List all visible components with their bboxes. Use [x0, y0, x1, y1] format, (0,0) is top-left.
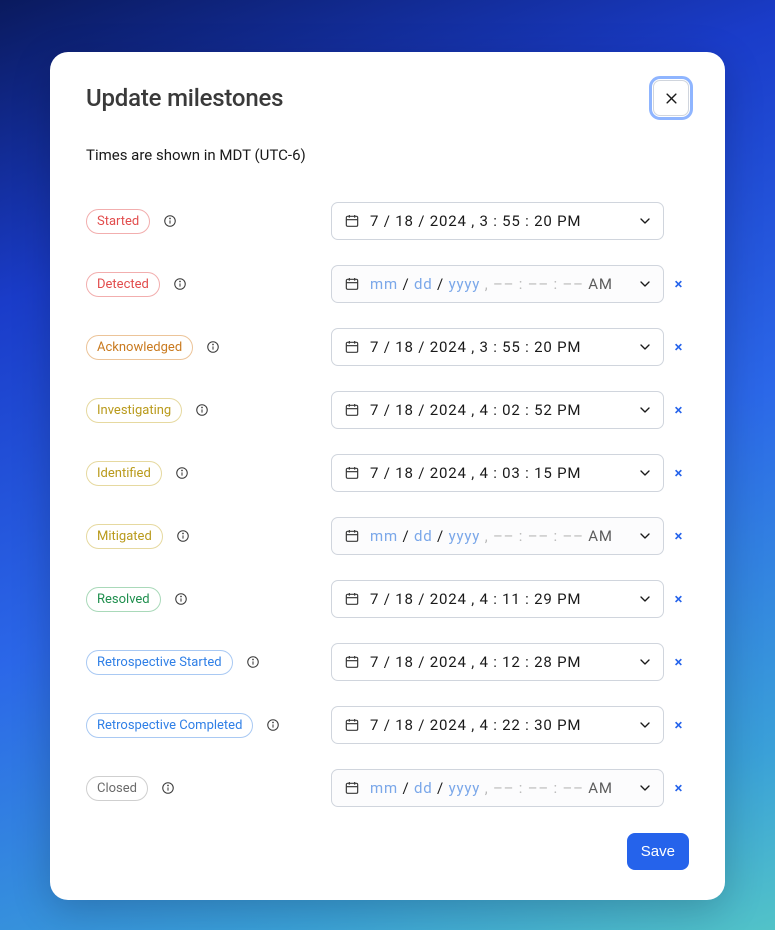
milestone-label-wrap: Started: [86, 209, 331, 234]
calendar-icon: [344, 528, 360, 544]
milestone-pill-detected: Detected: [86, 272, 160, 297]
milestone-label-wrap: Retrospective Completed: [86, 713, 331, 738]
info-icon: [206, 340, 220, 354]
calendar-icon: [344, 402, 360, 418]
chevron-down-icon: [637, 528, 653, 544]
datetime-placeholder: mm / dd / yyyy , –– : –– : –– AM: [370, 527, 627, 545]
milestone-rows: Started 7 / 18 / 2024 , 3 : 55 : 20 PM Det…: [86, 202, 689, 807]
calendar-icon: [344, 276, 360, 292]
chevron-down-icon: [637, 276, 653, 292]
milestone-row-investigating: Investigating 7 / 18 / 2024 , 4 : 02 : 52…: [86, 391, 689, 429]
clear-button-investigating[interactable]: ×: [668, 401, 689, 419]
clear-button-acknowledged[interactable]: ×: [668, 338, 689, 356]
chevron-down-icon: [637, 465, 653, 481]
calendar-icon: [344, 339, 360, 355]
info-icon: [174, 592, 188, 606]
clear-button-identified[interactable]: ×: [668, 464, 689, 482]
datetime-value: 7 / 18 / 2024 , 4 : 02 : 52 PM: [370, 401, 627, 419]
milestone-pill-acknowledged: Acknowledged: [86, 335, 193, 360]
info-icon: [175, 466, 189, 480]
milestone-label-wrap: Mitigated: [86, 524, 331, 549]
milestone-label-wrap: Retrospective Started: [86, 650, 331, 675]
milestone-pill-retro-completed: Retrospective Completed: [86, 713, 253, 738]
milestone-row-mitigated: Mitigated mm / dd / yyyy , –– : –– : –– A…: [86, 517, 689, 555]
milestone-label-wrap: Resolved: [86, 587, 331, 612]
milestone-pill-resolved: Resolved: [86, 587, 161, 612]
calendar-icon: [344, 465, 360, 481]
clear-button-retro-completed[interactable]: ×: [668, 716, 689, 734]
milestone-pill-mitigated: Mitigated: [86, 524, 163, 549]
datetime-input-identified[interactable]: 7 / 18 / 2024 , 4 : 03 : 15 PM: [331, 454, 664, 492]
milestone-row-resolved: Resolved 7 / 18 / 2024 , 4 : 11 : 29 PM ×: [86, 580, 689, 618]
milestone-row-identified: Identified 7 / 18 / 2024 , 4 : 03 : 15 PM…: [86, 454, 689, 492]
info-icon: [163, 214, 177, 228]
timezone-note: Times are shown in MDT (UTC-6): [86, 146, 689, 164]
milestone-pill-identified: Identified: [86, 461, 162, 486]
milestone-pill-started: Started: [86, 209, 150, 234]
milestone-row-acknowledged: Acknowledged 7 / 18 / 2024 , 3 : 55 : 20 …: [86, 328, 689, 366]
chevron-down-icon: [637, 780, 653, 796]
info-icon: [266, 718, 280, 732]
datetime-placeholder: mm / dd / yyyy , –– : –– : –– AM: [370, 779, 627, 797]
calendar-icon: [344, 780, 360, 796]
clear-button-retro-started[interactable]: ×: [668, 653, 689, 671]
datetime-input-mitigated[interactable]: mm / dd / yyyy , –– : –– : –– AM: [331, 517, 664, 555]
datetime-input-retro-started[interactable]: 7 / 18 / 2024 , 4 : 12 : 28 PM: [331, 643, 664, 681]
save-button[interactable]: Save: [627, 833, 689, 870]
info-icon: [246, 655, 260, 669]
close-button[interactable]: [653, 80, 689, 116]
milestone-row-closed: Closed mm / dd / yyyy , –– : –– : –– AM ×: [86, 769, 689, 807]
datetime-value: 7 / 18 / 2024 , 4 : 03 : 15 PM: [370, 464, 627, 482]
milestone-row-started: Started 7 / 18 / 2024 , 3 : 55 : 20 PM: [86, 202, 689, 240]
datetime-value: 7 / 18 / 2024 , 4 : 11 : 29 PM: [370, 590, 627, 608]
milestone-label-wrap: Investigating: [86, 398, 331, 423]
calendar-icon: [344, 213, 360, 229]
datetime-value: 7 / 18 / 2024 , 3 : 55 : 20 PM: [370, 338, 627, 356]
milestone-label-wrap: Closed: [86, 776, 331, 801]
chevron-down-icon: [637, 402, 653, 418]
modal-actions: Save: [86, 833, 689, 870]
datetime-value: 7 / 18 / 2024 , 4 : 22 : 30 PM: [370, 716, 627, 734]
calendar-icon: [344, 591, 360, 607]
datetime-input-started[interactable]: 7 / 18 / 2024 , 3 : 55 : 20 PM: [331, 202, 664, 240]
milestone-pill-investigating: Investigating: [86, 398, 182, 423]
calendar-icon: [344, 717, 360, 733]
chevron-down-icon: [637, 654, 653, 670]
milestone-row-retro-started: Retrospective Started 7 / 18 / 2024 , 4 :…: [86, 643, 689, 681]
chevron-down-icon: [637, 213, 653, 229]
clear-button-resolved[interactable]: ×: [668, 590, 689, 608]
datetime-value: 7 / 18 / 2024 , 3 : 55 : 20 PM: [370, 212, 627, 230]
milestone-row-retro-completed: Retrospective Completed 7 / 18 / 2024 , 4…: [86, 706, 689, 744]
milestone-label-wrap: Detected: [86, 272, 331, 297]
datetime-value: 7 / 18 / 2024 , 4 : 12 : 28 PM: [370, 653, 627, 671]
clear-button-mitigated[interactable]: ×: [668, 527, 689, 545]
milestone-label-wrap: Acknowledged: [86, 335, 331, 360]
datetime-placeholder: mm / dd / yyyy , –– : –– : –– AM: [370, 275, 627, 293]
modal-title: Update milestones: [86, 84, 283, 112]
close-icon: [664, 91, 679, 106]
clear-button-detected[interactable]: ×: [668, 275, 689, 293]
datetime-input-detected[interactable]: mm / dd / yyyy , –– : –– : –– AM: [331, 265, 664, 303]
info-icon: [195, 403, 209, 417]
milestone-pill-retro-started: Retrospective Started: [86, 650, 233, 675]
info-icon: [176, 529, 190, 543]
chevron-down-icon: [637, 339, 653, 355]
clear-button-closed[interactable]: ×: [668, 779, 689, 797]
chevron-down-icon: [637, 591, 653, 607]
modal-header: Update milestones: [86, 80, 689, 116]
milestone-label-wrap: Identified: [86, 461, 331, 486]
milestone-pill-closed: Closed: [86, 776, 148, 801]
datetime-input-resolved[interactable]: 7 / 18 / 2024 , 4 : 11 : 29 PM: [331, 580, 664, 618]
datetime-input-acknowledged[interactable]: 7 / 18 / 2024 , 3 : 55 : 20 PM: [331, 328, 664, 366]
datetime-input-retro-completed[interactable]: 7 / 18 / 2024 , 4 : 22 : 30 PM: [331, 706, 664, 744]
calendar-icon: [344, 654, 360, 670]
info-icon: [173, 277, 187, 291]
chevron-down-icon: [637, 717, 653, 733]
info-icon: [161, 781, 175, 795]
milestone-row-detected: Detected mm / dd / yyyy , –– : –– : –– AM…: [86, 265, 689, 303]
datetime-input-closed[interactable]: mm / dd / yyyy , –– : –– : –– AM: [331, 769, 664, 807]
update-milestones-modal: Update milestones Times are shown in MDT…: [50, 52, 725, 900]
datetime-input-investigating[interactable]: 7 / 18 / 2024 , 4 : 02 : 52 PM: [331, 391, 664, 429]
